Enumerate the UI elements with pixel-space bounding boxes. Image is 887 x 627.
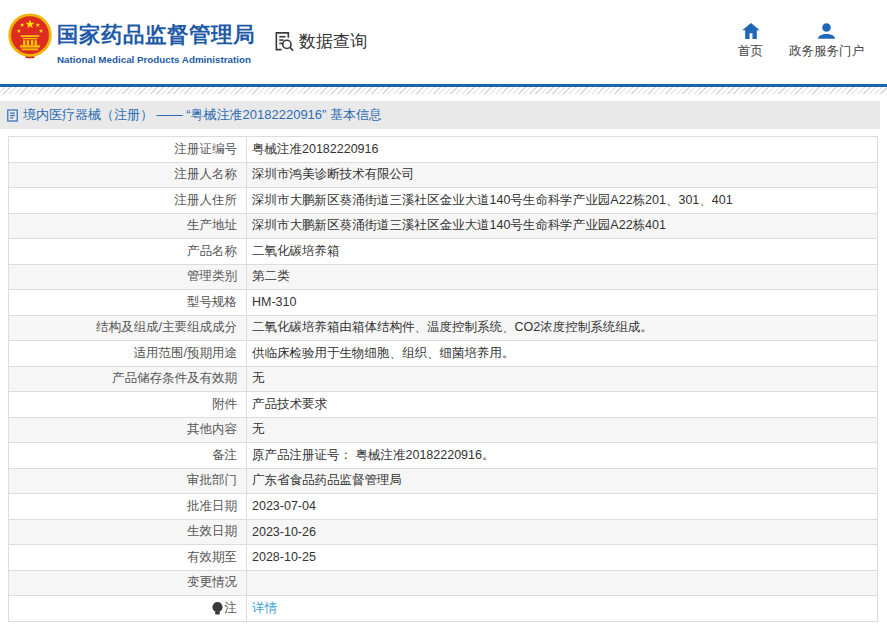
breadcrumb-text: 境内医疗器械（注册） —— “粤械注准20182220916” 基本信息 (23, 106, 382, 124)
row-label: 变更情况 (9, 571, 247, 596)
row-label: 注 (9, 596, 247, 621)
row-label: 批准日期 (9, 494, 247, 519)
info-table: 注册证编号粤械注准20182220916 注册人名称深圳市鸿美诊断技术有限公司 … (8, 136, 878, 622)
table-row: 生效日期2023-10-26 (9, 520, 877, 546)
row-label: 型号规格 (9, 290, 247, 315)
site-title: 国家药品监督管理局 (57, 20, 255, 49)
row-value: 深圳市大鹏新区葵涌街道三溪社区金业大道140号生命科学产业园A22栋401 (247, 214, 877, 239)
row-value: 详情 (247, 596, 877, 621)
breadcrumb: 境内医疗器械（注册） —— “粤械注准20182220916” 基本信息 (0, 101, 880, 129)
table-row: 注 详情 (9, 596, 877, 622)
row-label: 产品名称 (9, 239, 247, 264)
row-value: 二氧化碳培养箱 (247, 239, 877, 264)
nav-portal-label: 政务服务门户 (789, 43, 864, 60)
row-value: 无 (247, 418, 877, 443)
row-value: 第二类 (247, 265, 877, 290)
note-icon (212, 602, 223, 615)
table-row: 批准日期2023-07-04 (9, 494, 877, 520)
table-row: 注册人名称深圳市鸿美诊断技术有限公司 (9, 163, 877, 189)
row-label: 生效日期 (9, 520, 247, 545)
document-icon (7, 109, 18, 122)
table-row: 附件产品技术要求 (9, 392, 877, 418)
table-row: 生产地址深圳市大鹏新区葵涌街道三溪社区金业大道140号生命科学产业园A22栋40… (9, 214, 877, 240)
row-value: 深圳市大鹏新区葵涌街道三溪社区金业大道140号生命科学产业园A22栋201、30… (247, 188, 877, 213)
home-icon (742, 23, 760, 39)
row-label: 注册人住所 (9, 188, 247, 213)
nav-home[interactable]: 首页 (738, 23, 763, 60)
table-row: 审批部门广东省食品药品监督管理局 (9, 469, 877, 495)
nav-portal[interactable]: 政务服务门户 (789, 23, 864, 60)
row-label: 结构及组成/主要组成成分 (9, 316, 247, 341)
row-label: 审批部门 (9, 469, 247, 494)
table-row: 型号规格HM-310 (9, 290, 877, 316)
row-label: 附件 (9, 392, 247, 417)
table-row: 结构及组成/主要组成成分二氧化碳培养箱由箱体结构件、温度控制系统、CO2浓度控制… (9, 316, 877, 342)
row-value: 深圳市鸿美诊断技术有限公司 (247, 163, 877, 188)
site-subtitle: National Medical Products Administration (57, 54, 255, 65)
table-row: 备注原产品注册证号： 粤械注准20182220916。 (9, 443, 877, 469)
row-value: 2023-10-26 (247, 520, 877, 545)
row-label: 其他内容 (9, 418, 247, 443)
table-row: 有效期至2028-10-25 (9, 545, 877, 571)
row-value (247, 571, 877, 596)
row-value: 2023-07-04 (247, 494, 877, 519)
data-query-nav[interactable]: 数据查询 (273, 30, 367, 53)
table-row: 注册人住所深圳市大鹏新区葵涌街道三溪社区金业大道140号生命科学产业园A22栋2… (9, 188, 877, 214)
row-value: 产品技术要求 (247, 392, 877, 417)
row-value: 原产品注册证号： 粤械注准20182220916。 (247, 443, 877, 468)
table-row: 适用范围/预期用途供临床检验用于生物细胞、组织、细菌培养用。 (9, 341, 877, 367)
national-emblem-logo (7, 12, 53, 62)
row-value: HM-310 (247, 290, 877, 315)
row-label: 注册证编号 (9, 137, 247, 162)
row-label: 生产地址 (9, 214, 247, 239)
details-link[interactable]: 详情 (252, 600, 277, 617)
row-value: 二氧化碳培养箱由箱体结构件、温度控制系统、CO2浓度控制系统组成。 (247, 316, 877, 341)
row-value: 无 (247, 367, 877, 392)
table-row: 其他内容无 (9, 418, 877, 444)
table-row: 注册证编号粤械注准20182220916 (9, 137, 877, 163)
row-label: 有效期至 (9, 545, 247, 570)
row-label: 注册人名称 (9, 163, 247, 188)
header: 国家药品监督管理局 National Medical Products Admi… (0, 0, 887, 84)
row-value: 广东省食品药品监督管理局 (247, 469, 877, 494)
table-row: 产品储存条件及有效期无 (9, 367, 877, 393)
nav-home-label: 首页 (738, 43, 763, 60)
row-value: 2028-10-25 (247, 545, 877, 570)
table-row: 产品名称二氧化碳培养箱 (9, 239, 877, 265)
user-icon (818, 23, 835, 39)
row-label: 产品储存条件及有效期 (9, 367, 247, 392)
row-label: 备注 (9, 443, 247, 468)
row-label: 管理类别 (9, 265, 247, 290)
row-value: 供临床检验用于生物细胞、组织、细菌培养用。 (247, 341, 877, 366)
row-label: 适用范围/预期用途 (9, 341, 247, 366)
data-query-icon (273, 30, 296, 53)
row-value: 粤械注准20182220916 (247, 137, 877, 162)
data-query-label: 数据查询 (299, 30, 367, 53)
table-row: 变更情况 (9, 571, 877, 597)
hatch-stripe (0, 87, 887, 94)
table-row: 管理类别第二类 (9, 265, 877, 291)
